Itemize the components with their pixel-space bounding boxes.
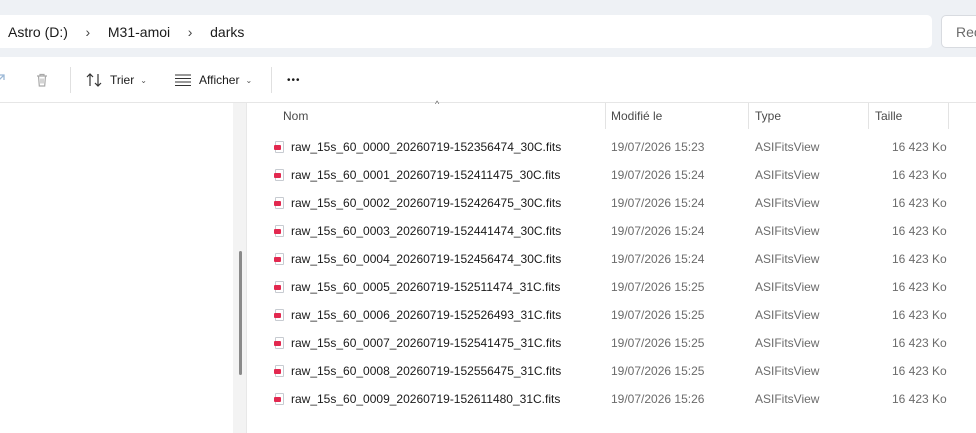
fits-file-icon	[274, 225, 284, 237]
file-row[interactable]: raw_15s_60_0006_20260719-152526493_31C.f…	[247, 301, 976, 329]
file-modified: 19/07/2026 15:24	[611, 224, 705, 238]
view-label: Afficher	[199, 73, 240, 87]
file-size: 16 423 Ko	[892, 392, 947, 406]
column-type[interactable]: Type	[755, 109, 781, 123]
file-row[interactable]: raw_15s_60_0005_20260719-152511474_31C.f…	[247, 273, 976, 301]
file-size: 16 423 Ko	[892, 196, 947, 210]
file-size: 16 423 Ko	[892, 252, 947, 266]
file-modified: 19/07/2026 15:25	[611, 364, 705, 378]
file-name: raw_15s_60_0009_20260719-152611480_31C.f…	[291, 392, 561, 406]
file-row[interactable]: raw_15s_60_0004_20260719-152456474_30C.f…	[247, 245, 976, 273]
share-icon[interactable]	[0, 65, 6, 95]
file-type: ASIFitsView	[755, 196, 820, 210]
file-list: ^ Nom Modifié le Type Taille raw_15s_60_…	[247, 99, 976, 433]
file-modified: 19/07/2026 15:23	[611, 140, 705, 154]
file-size: 16 423 Ko	[892, 140, 947, 154]
file-name: raw_15s_60_0006_20260719-152526493_31C.f…	[291, 308, 562, 322]
fits-file-icon	[274, 253, 284, 265]
file-type: ASIFitsView	[755, 140, 820, 154]
file-name: raw_15s_60_0003_20260719-152441474_30C.f…	[291, 224, 562, 238]
breadcrumb-drive[interactable]: Astro (D:)	[8, 24, 68, 40]
chevron-right-icon[interactable]: ›	[170, 24, 210, 40]
more-options-button[interactable]: •••	[287, 65, 301, 95]
sort-label: Trier	[110, 73, 135, 87]
file-name: raw_15s_60_0005_20260719-152511474_31C.f…	[291, 280, 561, 294]
fits-file-icon	[274, 309, 284, 321]
file-row[interactable]: raw_15s_60_0003_20260719-152441474_30C.f…	[247, 217, 976, 245]
file-type: ASIFitsView	[755, 224, 820, 238]
view-list-icon	[175, 74, 191, 87]
fits-file-icon	[274, 141, 284, 153]
file-row[interactable]: raw_15s_60_0007_20260719-152541475_31C.f…	[247, 329, 976, 357]
column-header: ^ Nom Modifié le Type Taille	[247, 99, 976, 129]
file-type: ASIFitsView	[755, 280, 820, 294]
address-bar: Astro (D:) › M31-amoi › darks Rec	[0, 8, 976, 57]
column-modified[interactable]: Modifié le	[611, 109, 662, 123]
fits-file-icon	[274, 337, 284, 349]
file-size: 16 423 Ko	[892, 224, 947, 238]
file-size: 16 423 Ko	[892, 364, 947, 378]
toolbar-divider	[70, 67, 71, 93]
more-icon: •••	[287, 74, 301, 86]
file-row[interactable]: raw_15s_60_0002_20260719-152426475_30C.f…	[247, 189, 976, 217]
file-size: 16 423 Ko	[892, 336, 947, 350]
file-size: 16 423 Ko	[892, 168, 947, 182]
search-placeholder: Rec	[956, 23, 976, 40]
file-modified: 19/07/2026 15:26	[611, 392, 705, 406]
delete-button[interactable]	[34, 65, 50, 95]
toolbar-divider	[271, 67, 272, 93]
file-row[interactable]: raw_15s_60_0009_20260719-152611480_31C.f…	[247, 385, 976, 413]
file-size: 16 423 Ko	[892, 280, 947, 294]
file-name: raw_15s_60_0008_20260719-152556475_31C.f…	[291, 364, 562, 378]
file-row[interactable]: raw_15s_60_0000_20260719-152356474_30C.f…	[247, 133, 976, 161]
file-modified: 19/07/2026 15:24	[611, 168, 705, 182]
file-modified: 19/07/2026 15:25	[611, 280, 705, 294]
breadcrumb-folder[interactable]: M31-amoi	[108, 24, 170, 40]
file-size: 16 423 Ko	[892, 308, 947, 322]
file-modified: 19/07/2026 15:24	[611, 252, 705, 266]
command-bar: Trier ⌄ Afficher ⌄ •••	[0, 57, 976, 103]
chevron-down-icon: ⌄	[245, 75, 253, 85]
file-name: raw_15s_60_0002_20260719-152426475_30C.f…	[291, 196, 562, 210]
fits-file-icon	[274, 281, 284, 293]
column-resize-handle[interactable]	[605, 103, 606, 129]
breadcrumb-current[interactable]: darks	[210, 24, 244, 40]
sort-icon	[86, 73, 102, 87]
nav-scrollbar[interactable]	[239, 251, 242, 375]
file-type: ASIFitsView	[755, 252, 820, 266]
file-row[interactable]: raw_15s_60_0008_20260719-152556475_31C.f…	[247, 357, 976, 385]
file-type: ASIFitsView	[755, 364, 820, 378]
column-resize-handle[interactable]	[868, 103, 869, 129]
file-name: raw_15s_60_0004_20260719-152456474_30C.f…	[291, 252, 562, 266]
breadcrumb[interactable]: Astro (D:) › M31-amoi › darks	[0, 15, 932, 48]
file-name: raw_15s_60_0007_20260719-152541475_31C.f…	[291, 336, 562, 350]
sort-button[interactable]: Trier ⌄	[86, 65, 147, 95]
file-type: ASIFitsView	[755, 336, 820, 350]
file-modified: 19/07/2026 15:24	[611, 196, 705, 210]
column-name[interactable]: Nom	[283, 109, 308, 123]
file-modified: 19/07/2026 15:25	[611, 336, 705, 350]
file-modified: 19/07/2026 15:25	[611, 308, 705, 322]
search-input[interactable]: Rec	[941, 15, 976, 48]
chevron-right-icon[interactable]: ›	[68, 24, 108, 40]
file-name: raw_15s_60_0000_20260719-152356474_30C.f…	[291, 140, 562, 154]
view-button[interactable]: Afficher ⌄	[174, 65, 252, 95]
file-type: ASIFitsView	[755, 168, 820, 182]
file-name: raw_15s_60_0001_20260719-152411475_30C.f…	[291, 168, 561, 182]
column-resize-handle[interactable]	[748, 103, 749, 129]
sort-ascending-icon: ^	[435, 99, 440, 109]
file-type: ASIFitsView	[755, 392, 820, 406]
fits-file-icon	[274, 365, 284, 377]
fits-file-icon	[274, 393, 284, 405]
column-size[interactable]: Taille	[875, 109, 902, 123]
fits-file-icon	[274, 169, 284, 181]
column-resize-handle[interactable]	[948, 103, 949, 129]
navigation-pane[interactable]	[0, 103, 233, 433]
chevron-down-icon: ⌄	[140, 75, 147, 85]
file-row[interactable]: raw_15s_60_0001_20260719-152411475_30C.f…	[247, 161, 976, 189]
fits-file-icon	[274, 197, 284, 209]
file-type: ASIFitsView	[755, 308, 820, 322]
trash-icon	[37, 73, 47, 87]
